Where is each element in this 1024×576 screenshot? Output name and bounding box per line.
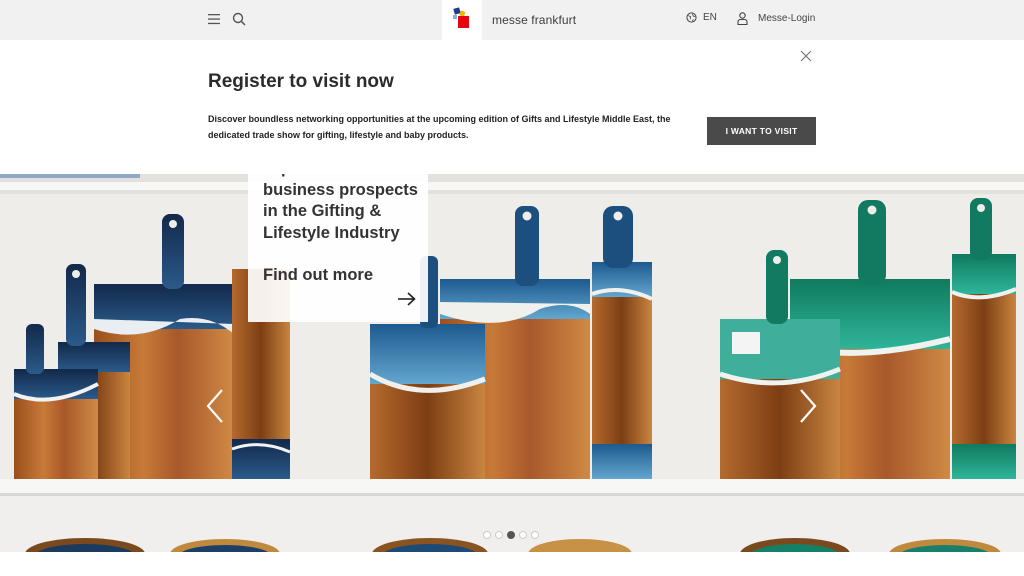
messe-frankfurt-logo-icon	[453, 7, 469, 28]
user-icon	[737, 12, 748, 25]
login-label: Messe-Login	[758, 13, 816, 24]
register-banner: Register to visit now Discover boundless…	[0, 40, 1024, 174]
slide-dot-active[interactable]	[507, 531, 515, 539]
banner-title: Register to visit now	[208, 71, 394, 92]
hero-image	[0, 174, 1024, 552]
login-link[interactable]: Messe-Login	[737, 12, 815, 25]
chevron-left-icon[interactable]	[205, 388, 225, 424]
globe-icon	[686, 12, 697, 23]
promo-card[interactable]: Tap into lucrative business prospects in…	[248, 174, 428, 322]
arrow-right-icon[interactable]	[398, 292, 416, 306]
slide-dot[interactable]	[483, 531, 491, 539]
hero-slider: Tap into lucrative business prospects in…	[0, 174, 1024, 552]
i-want-to-visit-button[interactable]: I WANT TO VISIT	[707, 117, 816, 145]
banner-description: Discover boundless networking opportunit…	[208, 114, 671, 140]
search-icon[interactable]	[232, 12, 246, 26]
slider-pagination	[483, 531, 539, 539]
logo[interactable]	[442, 0, 482, 40]
find-out-more-link[interactable]: Find out more	[263, 266, 373, 285]
close-icon[interactable]	[800, 50, 812, 62]
language-selector[interactable]: EN	[686, 12, 717, 23]
top-header: messe frankfurt EN Messe-Login	[0, 0, 1024, 40]
slide-dot[interactable]	[495, 531, 503, 539]
brand-name: messe frankfurt	[492, 13, 577, 27]
slide-dot[interactable]	[531, 531, 539, 539]
promo-headline: Tap into lucrative business prospects in…	[263, 174, 418, 242]
language-label: EN	[703, 12, 717, 23]
slide-dot[interactable]	[519, 531, 527, 539]
menu-icon[interactable]	[208, 13, 220, 25]
chevron-right-icon[interactable]	[798, 388, 818, 424]
